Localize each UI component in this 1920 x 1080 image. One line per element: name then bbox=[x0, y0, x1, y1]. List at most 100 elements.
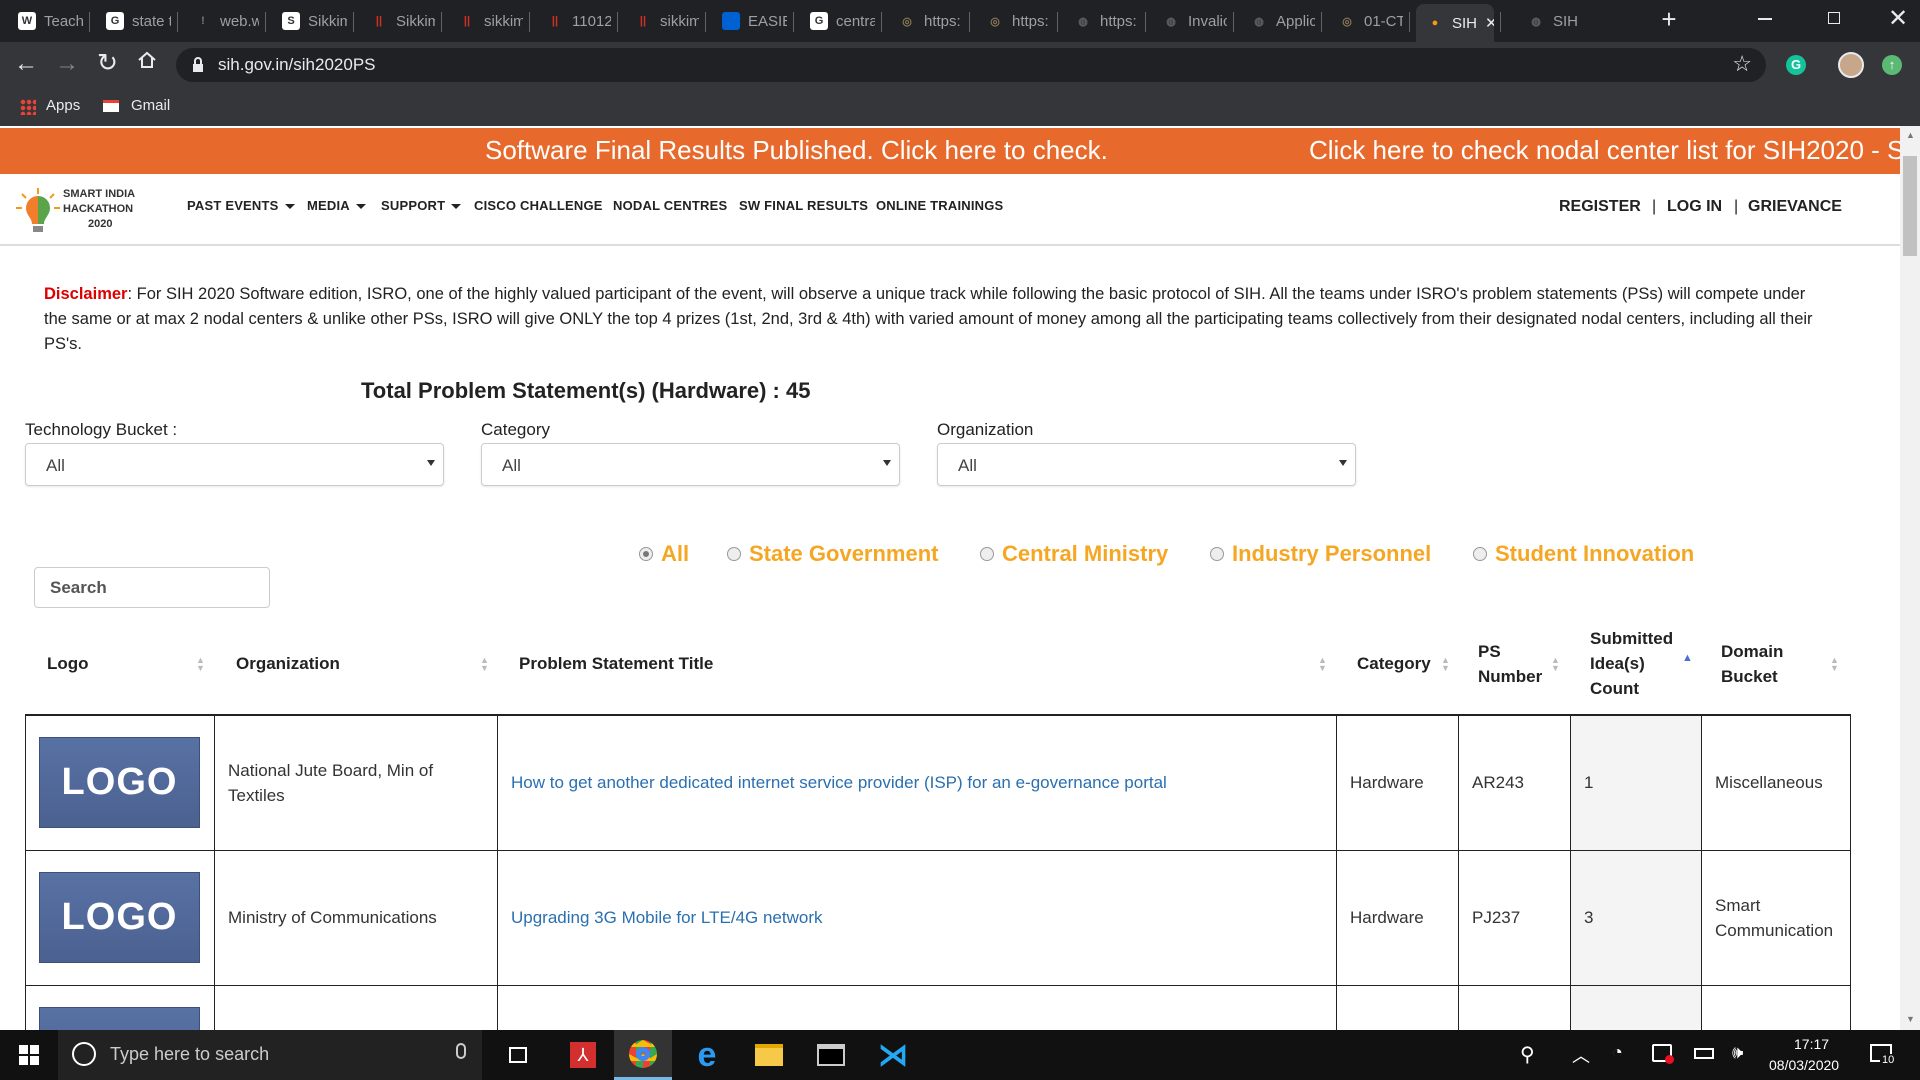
grievance-link[interactable]: GRIEVANCE bbox=[1748, 198, 1842, 216]
terminal-icon[interactable] bbox=[802, 1030, 860, 1080]
sort-both-icon[interactable]: ▲ ▼ bbox=[480, 656, 489, 673]
acrobat-icon[interactable]: ⅄ bbox=[554, 1030, 612, 1080]
forward-arrow-icon[interactable]: → bbox=[55, 50, 79, 78]
grammarly-extension-icon[interactable]: G bbox=[1786, 55, 1806, 75]
header-organization[interactable]: Organization bbox=[236, 651, 340, 676]
edge-icon[interactable]: e bbox=[678, 1030, 736, 1080]
browser-tab[interactable]: || Sikkim bbox=[360, 6, 435, 36]
battery-icon[interactable] bbox=[1694, 1048, 1714, 1059]
apps-grid-icon[interactable] bbox=[20, 99, 36, 115]
ticker-message-nodal[interactable]: Click here to check nodal center list fo… bbox=[1309, 135, 1900, 166]
nav-media[interactable]: MEDIA bbox=[307, 198, 366, 213]
browser-tab[interactable]: || 11012 bbox=[536, 6, 611, 36]
minimize-window-button[interactable] bbox=[1758, 18, 1772, 20]
close-tab-icon[interactable]: ✕ bbox=[1485, 14, 1494, 32]
browser-tab[interactable]: ◍ Applic bbox=[1240, 6, 1315, 36]
submitted-count-cell bbox=[1570, 984, 1702, 1030]
windows-start-icon[interactable] bbox=[0, 1030, 58, 1080]
taskbar-search-box[interactable]: Type here to search bbox=[58, 1030, 482, 1080]
browser-tab[interactable]: ◍ https: bbox=[1064, 6, 1139, 36]
microphone-icon[interactable] bbox=[456, 1043, 466, 1059]
browser-tab[interactable]: Gstate t bbox=[96, 6, 171, 36]
sort-both-icon[interactable]: ▲ ▼ bbox=[1551, 656, 1560, 673]
problem-statement-link[interactable]: Upgrading 3G Mobile for LTE/4G network bbox=[511, 908, 823, 927]
nav-past-events[interactable]: PAST EVENTS bbox=[187, 198, 295, 213]
new-tab-button[interactable]: + bbox=[1655, 6, 1683, 34]
browser-tab[interactable]: ◎ https: bbox=[976, 6, 1051, 36]
scrollbar-thumb[interactable] bbox=[1903, 156, 1917, 256]
volume-icon[interactable]: 🕪 bbox=[1732, 1042, 1743, 1063]
clock-date[interactable]: 08/03/2020 bbox=[1769, 1057, 1839, 1073]
reload-icon[interactable]: ↻ bbox=[97, 48, 118, 78]
restore-window-button[interactable] bbox=[1828, 12, 1840, 24]
browser-tab[interactable]: W Teach bbox=[8, 6, 83, 36]
bookmark-apps[interactable]: Apps bbox=[46, 97, 80, 114]
sort-both-icon[interactable]: ▲ ▼ bbox=[1318, 656, 1327, 673]
page-scrollbar[interactable]: ▲ ▼ bbox=[1900, 126, 1920, 1030]
browser-tab[interactable]: S Sikkim bbox=[272, 6, 347, 36]
category-select[interactable]: All bbox=[481, 443, 900, 486]
bookmark-gmail[interactable]: Gmail bbox=[131, 97, 170, 114]
scroll-down-icon[interactable]: ▼ bbox=[1906, 1014, 1915, 1024]
header-category[interactable]: Category bbox=[1357, 651, 1431, 676]
radio-industry-personnel[interactable]: Industry Personnel bbox=[1210, 541, 1431, 567]
lock-icon bbox=[192, 57, 204, 78]
header-problem-statement-title[interactable]: Problem Statement Title bbox=[519, 651, 713, 676]
sort-ascending-icon[interactable]: ▲ bbox=[1682, 653, 1693, 664]
browser-tab[interactable]: || sikkim bbox=[448, 6, 523, 36]
home-icon[interactable] bbox=[137, 50, 157, 75]
organization-select[interactable]: All bbox=[937, 443, 1356, 486]
sort-both-icon[interactable]: ▲ ▼ bbox=[1441, 656, 1450, 673]
nav-support[interactable]: SUPPORT bbox=[381, 198, 462, 213]
browser-tab[interactable]: ● SIH ✕ bbox=[1416, 4, 1494, 42]
table-search-input[interactable]: Search bbox=[34, 567, 270, 608]
profile-avatar[interactable] bbox=[1838, 52, 1864, 78]
header-ps-number[interactable]: PS Number bbox=[1478, 639, 1542, 689]
radio-student-innovation[interactable]: Student Innovation bbox=[1473, 541, 1694, 567]
bookmark-star-icon[interactable]: ☆ bbox=[1732, 51, 1752, 77]
sort-both-icon[interactable]: ▲ ▼ bbox=[1830, 656, 1839, 673]
nav-nodal-centres[interactable]: NODAL CENTRES bbox=[613, 198, 727, 213]
ticker-message-results[interactable]: Software Final Results Published. Click … bbox=[485, 135, 1108, 166]
disclaimer-text: Disclaimer: For SIH 2020 Software editio… bbox=[44, 282, 1814, 357]
close-window-button[interactable]: ✕ bbox=[1888, 4, 1908, 33]
browser-tab[interactable]: box EASIE bbox=[712, 6, 787, 36]
show-hidden-icons-chevron-icon[interactable]: ︿ bbox=[1572, 1042, 1590, 1068]
header-logo[interactable]: Logo bbox=[47, 651, 89, 676]
browser-tab[interactable]: ! web.w bbox=[184, 6, 259, 36]
problem-statement-link[interactable]: How to get another dedicated internet se… bbox=[511, 773, 1167, 792]
scroll-up-icon[interactable]: ▲ bbox=[1906, 130, 1915, 140]
domain-line1: Miscellaneous bbox=[1715, 773, 1823, 793]
browser-tab[interactable]: || sikkim bbox=[624, 6, 699, 36]
nav-online-trainings[interactable]: ONLINE TRAININGS bbox=[876, 198, 1003, 213]
browser-tab[interactable]: ◎ 01-CT bbox=[1328, 6, 1403, 36]
radio-state-government[interactable]: State Government bbox=[727, 541, 939, 567]
nav-sw-final-results[interactable]: SW FINAL RESULTS bbox=[739, 198, 868, 213]
update-icon[interactable]: ↑ bbox=[1882, 55, 1902, 75]
clock-time[interactable]: 17:17 bbox=[1794, 1036, 1829, 1052]
register-link[interactable]: REGISTER bbox=[1559, 198, 1641, 216]
wifi-icon[interactable]: ◔ bbox=[1612, 1042, 1623, 1063]
nav-cisco-challenge[interactable]: CISCO CHALLENGE bbox=[474, 198, 603, 213]
browser-tab[interactable]: ◍ SIH bbox=[1517, 6, 1592, 36]
header-submitted-count[interactable]: Submitted Idea(s) Count bbox=[1590, 626, 1673, 701]
address-bar[interactable]: sih.gov.in/sih2020PS ☆ bbox=[176, 48, 1766, 82]
login-link[interactable]: LOG IN bbox=[1667, 198, 1722, 216]
task-view-icon[interactable] bbox=[489, 1030, 547, 1080]
vscode-icon[interactable]: ⋊ bbox=[864, 1030, 922, 1080]
sort-both-icon[interactable]: ▲ ▼ bbox=[196, 656, 205, 673]
back-arrow-icon[interactable]: ← bbox=[14, 50, 38, 78]
browser-tab[interactable]: ◎ https: bbox=[888, 6, 963, 36]
pause-icon: || bbox=[463, 15, 471, 27]
radio-central-ministry[interactable]: Central Ministry bbox=[980, 541, 1168, 567]
technology-bucket-select[interactable]: All bbox=[25, 443, 444, 486]
security-alert-icon[interactable] bbox=[1652, 1044, 1674, 1064]
header-domain-bucket[interactable]: Domain Bucket bbox=[1721, 639, 1783, 689]
browser-tab[interactable]: ◍ Invalic bbox=[1152, 6, 1227, 36]
radio-all[interactable]: All bbox=[639, 541, 689, 567]
file-explorer-icon[interactable] bbox=[740, 1030, 798, 1080]
people-icon[interactable]: ⚲ bbox=[1520, 1042, 1535, 1067]
sih-logo[interactable]: SMART INDIA HACKATHON 2020 bbox=[16, 186, 151, 238]
browser-tab[interactable]: Gcentra bbox=[800, 6, 875, 36]
chrome-taskbar-icon[interactable] bbox=[614, 1030, 672, 1080]
